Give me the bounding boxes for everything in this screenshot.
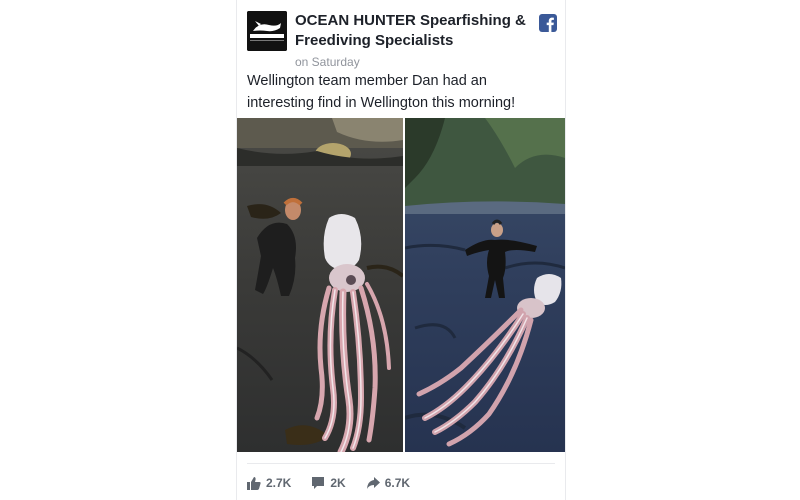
- like-count: 2.7K: [266, 476, 292, 490]
- photo-man-behind-giant-squid-on-beach[interactable]: [405, 118, 565, 452]
- page-avatar[interactable]: [247, 11, 287, 51]
- facebook-post-card: OCEAN HUNTER Spearfishing & Freediving S…: [236, 0, 566, 500]
- comment-count: 2K: [330, 476, 346, 490]
- photo-grid: [237, 118, 565, 452]
- like-button[interactable]: 2.7K: [247, 476, 291, 490]
- thumbs-up-icon: [247, 477, 261, 490]
- share-arrow-icon: [366, 477, 380, 489]
- share-button[interactable]: 6.7K: [366, 476, 410, 490]
- comment-icon: [312, 477, 325, 489]
- reaction-bar: 2.7K 2K 6.7K: [247, 472, 557, 494]
- post-timestamp[interactable]: on Saturday: [295, 54, 360, 70]
- post-header: OCEAN HUNTER Spearfishing & Freediving S…: [247, 11, 557, 69]
- page-name[interactable]: OCEAN HUNTER Spearfishing & Freediving S…: [295, 11, 527, 51]
- actions-divider: [247, 463, 555, 464]
- facebook-icon[interactable]: [539, 14, 557, 32]
- share-count: 6.7K: [384, 476, 411, 490]
- comment-button[interactable]: 2K: [311, 476, 346, 490]
- photo-man-with-giant-squid-on-beach[interactable]: [237, 118, 403, 452]
- post-message: Wellington team member Dan had an intere…: [247, 73, 516, 111]
